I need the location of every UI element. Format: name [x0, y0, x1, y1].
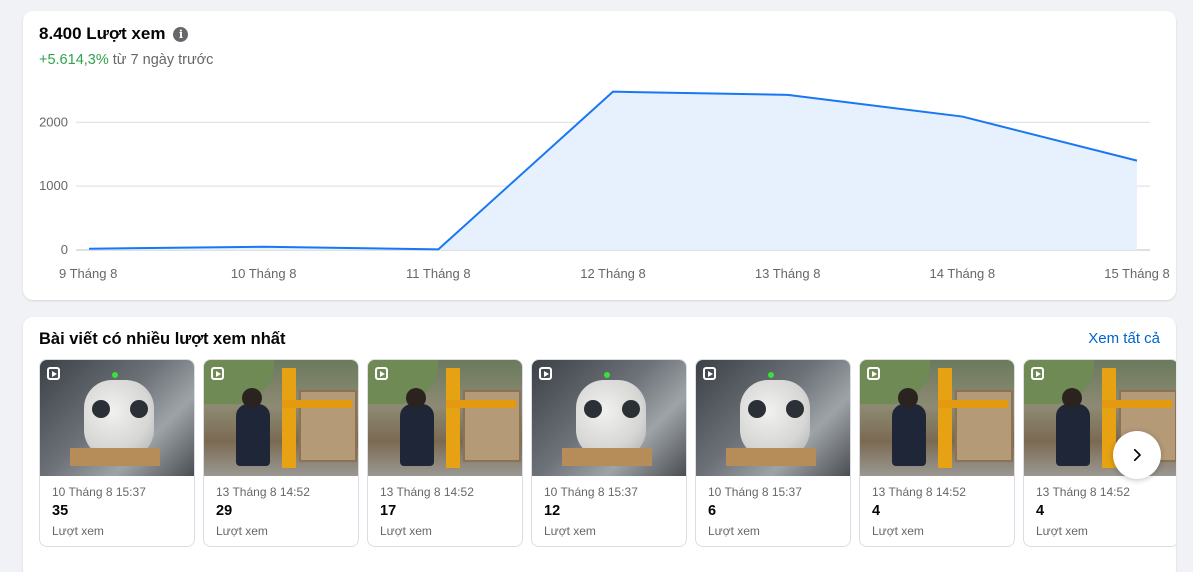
reel-icon	[703, 367, 716, 380]
post-view-count: 17	[380, 503, 397, 519]
post-thumbnail	[40, 360, 194, 476]
x-tick-label: 13 Tháng 8	[755, 266, 821, 281]
post-date: 10 Tháng 8 15:37	[708, 485, 802, 499]
post-view-count: 4	[872, 503, 881, 519]
post-card[interactable]: 13 Tháng 8 14:52 4 Lượt xem	[859, 359, 1015, 547]
post-view-label: Lượt xem	[380, 524, 432, 538]
post-card[interactable]: 10 Tháng 8 15:37 12 Lượt xem	[531, 359, 687, 547]
views-chart: 0 1000 2000 9 Tháng 8 10 Tháng 8 11 Tháng 8 12…	[39, 90, 1170, 281]
y-tick-label: 2000	[39, 114, 68, 129]
post-view-count: 4	[1036, 503, 1045, 519]
post-view-count: 29	[216, 503, 233, 519]
x-tick-label: 14 Tháng 8	[930, 266, 996, 281]
post-view-count: 6	[708, 503, 717, 519]
x-tick-label: 10 Tháng 8	[231, 266, 297, 281]
post-date: 13 Tháng 8 14:52	[1036, 485, 1130, 499]
views-card: 8.400 Lượt xem i +5.614,3% từ 7 ngày trư…	[23, 11, 1176, 300]
post-date: 10 Tháng 8 15:37	[544, 485, 638, 499]
post-thumbnail	[696, 360, 850, 476]
post-thumbnail	[204, 360, 358, 476]
post-view-label: Lượt xem	[216, 524, 268, 538]
post-view-count: 12	[544, 503, 561, 519]
reel-icon	[211, 367, 224, 380]
area-fill	[89, 91, 1137, 251]
post-view-count: 35	[52, 503, 69, 519]
post-view-label: Lượt xem	[708, 524, 760, 538]
reel-icon	[47, 367, 60, 380]
post-date: 13 Tháng 8 14:52	[872, 485, 966, 499]
reel-icon	[1031, 367, 1044, 380]
y-tick-label: 1000	[39, 178, 68, 193]
x-tick-label: 9 Tháng 8	[59, 266, 117, 281]
post-date: 13 Tháng 8 14:52	[380, 485, 474, 499]
reel-icon	[539, 367, 552, 380]
x-tick-label: 12 Tháng 8	[580, 266, 646, 281]
post-view-label: Lượt xem	[1036, 524, 1088, 538]
reel-icon	[867, 367, 880, 380]
post-thumbnail	[368, 360, 522, 476]
post-thumbnail	[860, 360, 1014, 476]
post-view-label: Lượt xem	[872, 524, 924, 538]
post-card[interactable]: 10 Tháng 8 15:37 6 Lượt xem	[695, 359, 851, 547]
x-tick-label: 11 Tháng 8	[406, 266, 471, 281]
x-tick-label: 15 Tháng 8	[1104, 266, 1170, 281]
post-view-label: Lượt xem	[52, 524, 104, 538]
post-date: 13 Tháng 8 14:52	[216, 485, 310, 499]
y-tick-label: 0	[61, 242, 68, 257]
top-posts-title: Bài viết có nhiều lượt xem nhất	[39, 330, 286, 348]
see-all-link[interactable]: Xem tất cả	[1088, 330, 1160, 347]
post-card[interactable]: 13 Tháng 8 14:52 17 Lượt xem	[367, 359, 523, 547]
post-date: 10 Tháng 8 15:37	[52, 485, 146, 499]
post-thumbnail	[532, 360, 686, 476]
chevron-right-icon	[1133, 448, 1141, 462]
top-posts-card: Bài viết có nhiều lượt xem nhất Xem tất …	[23, 317, 1176, 572]
next-button[interactable]	[1113, 431, 1161, 479]
post-card[interactable]: 10 Tháng 8 15:37 35 Lượt xem	[39, 359, 195, 547]
post-card[interactable]: 13 Tháng 8 14:52 29 Lượt xem	[203, 359, 359, 547]
reel-icon	[375, 367, 388, 380]
post-view-label: Lượt xem	[544, 524, 596, 538]
